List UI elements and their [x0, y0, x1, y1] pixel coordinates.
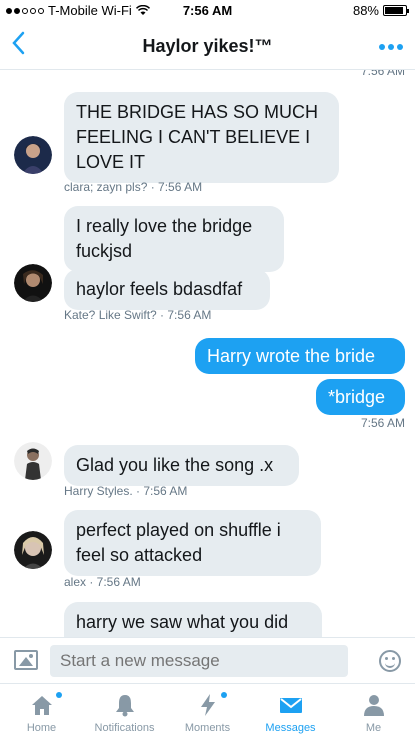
message-meta: 7:56 AM [360, 416, 405, 430]
message-meta: Kate? Like Swift? · 7:56 AM [64, 308, 212, 322]
notification-dot [56, 692, 62, 698]
tab-label: Notifications [94, 722, 155, 734]
message-composer [0, 637, 415, 683]
tab-label: Me [365, 722, 382, 734]
message-bubble[interactable]: Glad you like the song .x [64, 445, 299, 486]
tab-label: Home [26, 722, 57, 734]
message-text: haylor feels bdasdfaf [76, 279, 243, 299]
message-text: Glad you like the song .x [76, 455, 274, 475]
bell-icon [115, 695, 134, 717]
message-meta: alex · 7:56 AM [64, 575, 141, 589]
message-text: THE BRIDGE HAS SO MUCH FEELING I CAN'T B… [76, 102, 319, 172]
battery-percent: 88% [352, 3, 379, 18]
message-text: harry we saw what you did [76, 612, 289, 632]
tab-me[interactable]: Me [332, 684, 415, 739]
message-text: *bridge [328, 387, 386, 407]
envelope-icon [279, 698, 302, 713]
tab-notifications[interactable]: Notifications [83, 684, 166, 739]
conversation-header: Haylor yikes!™ [0, 22, 415, 70]
tab-messages[interactable]: Messages [249, 684, 332, 739]
avatar[interactable] [14, 442, 52, 480]
emoji-icon[interactable] [379, 650, 401, 672]
message-meta: clara; zayn pls? · 7:56 AM [64, 180, 203, 194]
notification-dot [221, 692, 227, 698]
tab-label: Moments [184, 722, 231, 734]
tab-moments[interactable]: Moments [166, 684, 249, 739]
avatar[interactable] [14, 531, 52, 569]
tab-label: Messages [265, 722, 316, 734]
message-bubble[interactable]: haylor feels bdasdfaf [64, 269, 270, 310]
status-bar: T-Mobile Wi-Fi 7:56 AM 88% [0, 0, 415, 22]
person-icon [363, 695, 384, 716]
message-meta: Harry Styles. · 7:56 AM [64, 484, 188, 498]
avatar[interactable] [14, 264, 52, 302]
message-text: Harry wrote the bride [207, 346, 376, 366]
message-text: perfect played on shuffle i feel so atta… [76, 520, 281, 565]
photo-icon[interactable] [14, 650, 38, 670]
battery-icon [383, 5, 409, 16]
message-thread[interactable]: 7:56 AM THE BRIDGE HAS SO MUCH FEELING I… [0, 70, 415, 637]
message-bubble-outgoing[interactable]: Harry wrote the bride [195, 338, 405, 374]
message-text: I really love the bridge fuckjsd [76, 216, 253, 261]
message-bubble[interactable]: THE BRIDGE HAS SO MUCH FEELING I CAN'T B… [64, 92, 339, 183]
more-options-icon[interactable] [379, 44, 403, 50]
home-icon [31, 696, 52, 715]
message-bubble[interactable]: I really love the bridge fuckjsd [64, 206, 284, 272]
tab-bar: Home Notifications Moments Messages Me [0, 683, 415, 739]
avatar[interactable] [14, 136, 52, 174]
status-right: 88% [352, 3, 409, 18]
tab-home[interactable]: Home [0, 684, 83, 739]
conversation-title[interactable]: Haylor yikes!™ [0, 36, 415, 57]
message-bubble[interactable]: harry we saw what you did [64, 602, 322, 637]
timestamp: 7:56 AM [360, 70, 405, 78]
lightning-icon [200, 694, 215, 716]
message-bubble[interactable]: perfect played on shuffle i feel so atta… [64, 510, 321, 576]
message-input[interactable] [50, 645, 348, 677]
message-bubble-outgoing[interactable]: *bridge [316, 379, 405, 415]
